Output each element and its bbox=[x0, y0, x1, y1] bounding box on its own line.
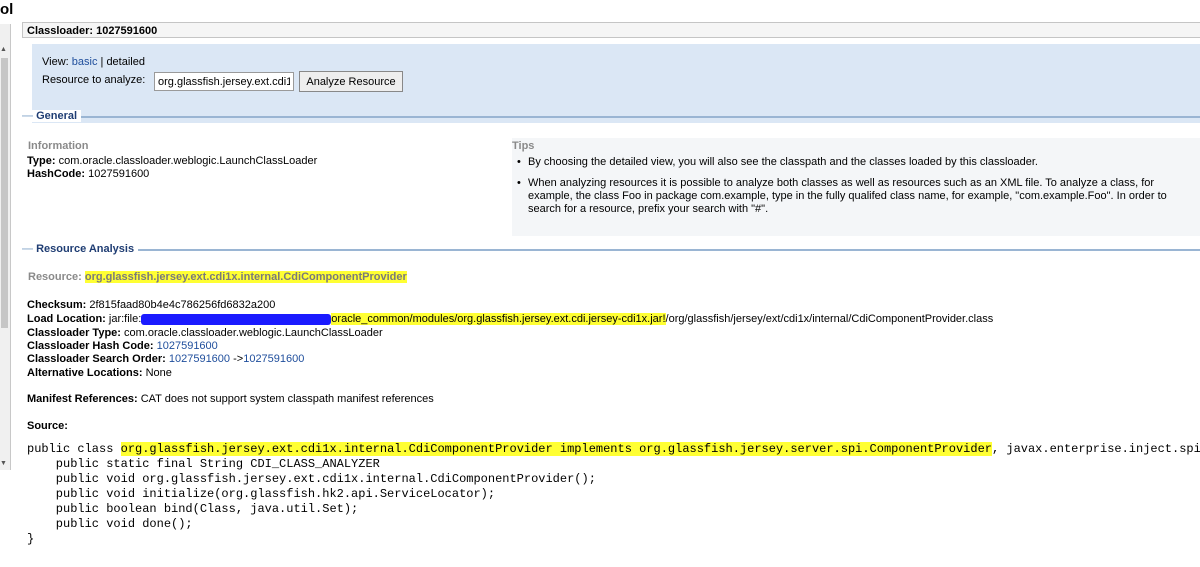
redaction-mark bbox=[141, 313, 332, 325]
resource-analysis-divider bbox=[22, 249, 1200, 251]
classloader-hash-link[interactable]: 1027591600 bbox=[157, 340, 218, 352]
left-tree-panel: ▲ ▼ bbox=[0, 24, 11, 470]
resource-label: Resource to analyze: bbox=[42, 74, 146, 86]
tip-item: When analyzing resources it is possible … bbox=[512, 177, 1192, 216]
view-switcher: View: basic | detailed bbox=[42, 56, 145, 68]
scroll-down-icon[interactable]: ▼ bbox=[0, 460, 7, 467]
scroll-up-icon[interactable]: ▲ bbox=[0, 46, 7, 53]
scrollbar-thumb[interactable] bbox=[1, 58, 8, 328]
general-heading: — General bbox=[22, 110, 82, 122]
view-basic-link[interactable]: basic bbox=[72, 56, 98, 68]
view-label: View: bbox=[42, 56, 69, 68]
view-separator: | bbox=[100, 56, 104, 68]
hashcode-row: HashCode: 1027591600 bbox=[27, 168, 150, 180]
classloader-type-row: Classloader Type: com.oracle.classloader… bbox=[27, 327, 383, 339]
classloader-header: Classloader: 1027591600 bbox=[22, 22, 1200, 38]
view-detailed-label: detailed bbox=[106, 56, 145, 68]
general-divider bbox=[22, 116, 1200, 118]
source-label: Source: bbox=[27, 420, 68, 432]
alternative-locations-row: Alternative Locations: None bbox=[27, 367, 172, 379]
source-code: public class org.glassfish.jersey.ext.cd… bbox=[27, 442, 1200, 546]
search-order-row: Classloader Search Order: 1027591600 ->1… bbox=[27, 353, 305, 365]
analyze-form: View: basic | detailed Resource to analy… bbox=[32, 44, 1200, 123]
resource-input[interactable] bbox=[154, 72, 294, 91]
classloader-panel: Classloader: 1027591600 View: basic | de… bbox=[22, 22, 1200, 567]
page-title: ol bbox=[0, 1, 14, 18]
type-row: Type: com.oracle.classloader.weblogic.La… bbox=[27, 155, 318, 167]
load-location-row: Load Location: jar:file: oracle_common/mo… bbox=[27, 313, 994, 325]
resource-title: Resource: org.glassfish.jersey.ext.cdi1x… bbox=[28, 271, 407, 283]
information-heading: Information bbox=[28, 140, 89, 152]
manifest-references-row: Manifest References: CAT does not suppor… bbox=[27, 393, 434, 405]
classloader-hash-row: Classloader Hash Code: 1027591600 bbox=[27, 340, 218, 352]
tips-heading: Tips bbox=[512, 140, 535, 152]
analyze-resource-button[interactable]: Analyze Resource bbox=[299, 71, 403, 92]
tip-item: By choosing the detailed view, you will … bbox=[512, 156, 1192, 169]
tips-panel: Tips By choosing the detailed view, you … bbox=[512, 138, 1200, 236]
search-order-link[interactable]: 1027591600 bbox=[169, 353, 230, 365]
checksum-row: Checksum: 2f815faad80b4e4c786256fd6832a2… bbox=[27, 299, 276, 311]
resource-analysis-heading: — Resource Analysis bbox=[22, 243, 139, 255]
search-order-link[interactable]: 1027591600 bbox=[243, 353, 304, 365]
resource-row: Resource to analyze: Analyze Resource bbox=[42, 71, 403, 92]
